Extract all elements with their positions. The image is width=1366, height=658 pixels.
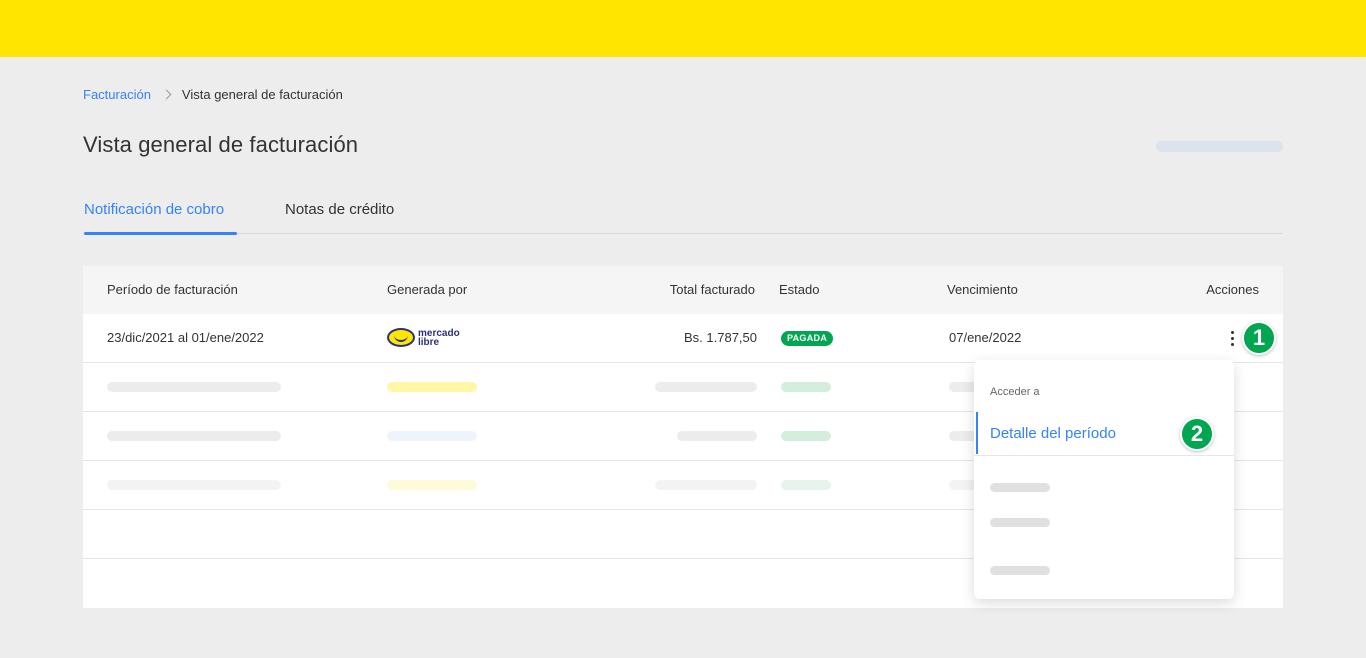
status-badge: PAGADA [781,331,834,346]
mercado-libre-logo: mercado libre [387,328,460,347]
column-header-due: Vencimiento [947,282,1018,297]
breadcrumb-link-facturacion[interactable]: Facturación [83,87,151,102]
top-bar [0,0,1366,57]
step-marker-1: 1 [1242,321,1276,355]
tab-notificacion-de-cobro[interactable]: Notificación de cobro [84,201,237,235]
cell-total: Bs. 1.787,50 [684,330,757,345]
handshake-icon [387,328,415,347]
breadcrumb-current: Vista general de facturación [181,86,343,102]
actions-dropdown-menu: Acceder a Detalle del período [974,360,1234,599]
column-header-actions: Acciones [1206,282,1259,297]
menu-item-placeholder [990,566,1050,575]
page-title: Vista general de facturación [83,132,359,157]
header-action-placeholder [1156,141,1283,152]
breadcrumb: Facturación Vista general de facturación [83,86,343,102]
table-header: Período de facturación Generada por Tota… [83,266,1283,314]
chevron-right-icon [161,89,172,99]
menu-item-placeholder [990,483,1050,492]
dropdown-section-label: Acceder a [990,386,1040,398]
column-header-status: Estado [779,282,820,297]
menu-item-placeholder [990,518,1050,527]
column-header-generated-by: Generada por [387,282,468,297]
menu-item-label: Detalle del período [990,425,1116,442]
column-header-period: Período de facturación [107,282,238,297]
tab-notas-de-credito[interactable]: Notas de crédito [285,201,394,234]
table-row: 23/dic/2021 al 01/ene/2022 mercado libre… [83,314,1283,363]
more-vertical-icon[interactable] [1223,327,1241,349]
logo-wordmark: mercado libre [418,327,460,348]
step-marker-2: 2 [1180,417,1214,451]
column-header-total: Total facturado [669,282,755,297]
cell-period: 23/dic/2021 al 01/ene/2022 [107,330,264,345]
cell-due: 07/ene/2022 [949,330,1022,345]
tab-bar: Notificación de cobro Notas de crédito [83,196,1283,235]
